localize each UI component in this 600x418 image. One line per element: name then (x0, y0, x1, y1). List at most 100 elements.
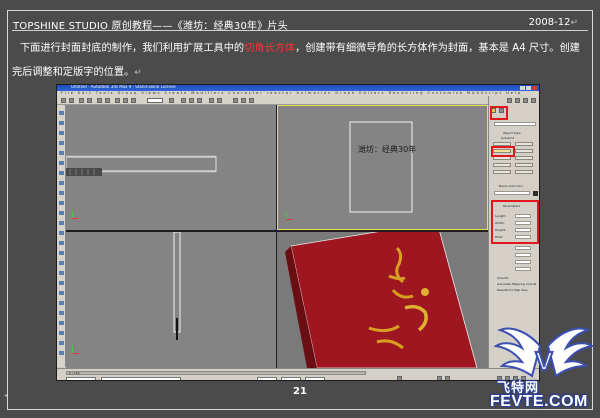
auto-key-button[interactable] (397, 376, 402, 380)
tool-icon[interactable] (59, 331, 64, 335)
tool-icon[interactable] (59, 221, 64, 225)
viewport-front[interactable]: 潍坊：经典30年 (277, 105, 488, 230)
page-frame: TOPSHINE STUDIO 原创教程——《潍坊：经典30年》片头 2008-… (0, 0, 600, 418)
redo-icon[interactable] (69, 98, 74, 103)
tool-icon[interactable] (59, 341, 64, 345)
gold-dot (421, 288, 429, 296)
capsule-button[interactable] (515, 170, 533, 174)
time-slider[interactable] (66, 371, 366, 375)
tool-icon[interactable] (59, 301, 64, 305)
tool-icon[interactable] (59, 141, 64, 145)
body-paragraph-1: 下面进行封面封底的制作，我们利用扩展工具中的切角长方体，创建带有细微导角的长方体… (12, 39, 592, 54)
tool-icon[interactable] (59, 111, 64, 115)
tool-icon[interactable] (59, 181, 64, 185)
page-header-date: 2008-12↵ (529, 17, 578, 28)
segs-spinner[interactable] (515, 267, 531, 271)
body-paragraph-2: 完后调整和定版字的位置。↵ (12, 63, 592, 78)
quick-render-icon[interactable] (249, 98, 254, 103)
rotate-icon[interactable] (123, 98, 128, 103)
select-by-name-icon[interactable] (105, 98, 110, 103)
corner-marker: ◂ (4, 392, 8, 399)
tool-icon[interactable] (59, 321, 64, 325)
hierarchy-tab-icon[interactable] (523, 98, 528, 103)
material-editor-icon[interactable] (233, 98, 238, 103)
tool-icon[interactable] (59, 271, 64, 275)
tool-icon[interactable] (59, 241, 64, 245)
tool-icon[interactable] (59, 231, 64, 235)
close-button[interactable] (532, 86, 537, 90)
segs-spinner[interactable] (515, 246, 531, 250)
viewport-area: 潍坊：经典30年 (66, 105, 488, 368)
tool-icon[interactable] (59, 161, 64, 165)
tool-icon[interactable] (59, 311, 64, 315)
scale-icon[interactable] (131, 98, 136, 103)
minimize-button[interactable] (520, 86, 525, 90)
next-frame-icon[interactable] (445, 376, 450, 380)
align-icon[interactable] (217, 98, 222, 103)
viewport-left[interactable] (66, 232, 276, 368)
oiltank-button[interactable] (515, 149, 533, 153)
tool-icon[interactable] (59, 201, 64, 205)
snap-icon[interactable] (181, 98, 186, 103)
window-title: Untitled - Autodesk 3ds Max 9 - Stand-al… (71, 84, 176, 89)
cover-title-text: 潍坊：经典30年 (358, 144, 416, 154)
chamfercyl-button[interactable] (515, 142, 533, 146)
motion-tab-icon[interactable] (531, 98, 536, 103)
play-icon[interactable] (437, 376, 442, 380)
percent-snap-icon[interactable] (197, 98, 202, 103)
modify-tab-icon[interactable] (515, 98, 520, 103)
render-setup-icon[interactable] (241, 98, 246, 103)
object-color-swatch[interactable] (533, 191, 538, 196)
autogrid-label: AutoGrid (501, 136, 515, 140)
segs-spinner[interactable] (515, 253, 531, 257)
tool-icon[interactable] (59, 171, 64, 175)
segs-spinner[interactable] (515, 260, 531, 264)
smooth-checkbox[interactable]: Smooth (497, 276, 509, 280)
x-coord-field[interactable] (257, 377, 277, 380)
viewport-top[interactable] (66, 105, 276, 230)
tool-icon[interactable] (59, 121, 64, 125)
text-object-body (66, 168, 102, 176)
tool-icon[interactable] (59, 191, 64, 195)
category-dropdown[interactable] (494, 122, 536, 126)
tool-icon[interactable] (59, 131, 64, 135)
y-coord-field[interactable] (281, 377, 301, 380)
para1-text-before: 下面进行封面封底的制作，我们利用扩展工具中的 (20, 43, 245, 54)
header-divider (12, 30, 588, 31)
tool-icon[interactable] (59, 351, 64, 355)
select-icon[interactable] (97, 98, 102, 103)
move-icon[interactable] (115, 98, 120, 103)
object-name-field[interactable] (494, 191, 530, 195)
tool-icon[interactable] (59, 211, 64, 215)
axis-gizmo-y (72, 211, 73, 218)
maximize-button[interactable] (526, 86, 531, 90)
axis-gizmo-x (286, 219, 293, 220)
axis-gizmo-y (286, 212, 287, 219)
undo-icon[interactable] (61, 98, 66, 103)
tool-icon[interactable] (59, 151, 64, 155)
tool-icon[interactable] (59, 261, 64, 265)
return-mark: ↵ (570, 18, 578, 28)
viewport-perspective[interactable] (277, 232, 488, 368)
torusknot-button[interactable] (515, 163, 533, 167)
z-coord-field[interactable] (305, 377, 325, 380)
front-view-drawing: 潍坊：经典30年 (349, 121, 416, 213)
pivot-icon[interactable] (169, 98, 174, 103)
tool-icon[interactable] (59, 251, 64, 255)
slab-text-edge (176, 318, 178, 340)
tool-icon[interactable] (59, 281, 64, 285)
gengon-button[interactable] (515, 156, 533, 160)
hose-button[interactable] (493, 170, 511, 174)
prism-button[interactable] (493, 163, 511, 167)
mirror-icon[interactable] (209, 98, 214, 103)
axis-gizmo-x (72, 218, 79, 219)
angle-snap-icon[interactable] (189, 98, 194, 103)
coord-dropdown[interactable] (147, 98, 163, 103)
unlink-icon[interactable] (87, 98, 92, 103)
real-world-checkbox[interactable]: Real-World Map Size (497, 288, 527, 292)
gen-mapping-checkbox[interactable]: Generate Mapping Coords. (497, 282, 537, 286)
link-icon[interactable] (79, 98, 84, 103)
tool-icon[interactable] (59, 291, 64, 295)
time-slider-label: 0 / 100 (69, 371, 80, 375)
create-tab-icon[interactable] (507, 98, 512, 103)
